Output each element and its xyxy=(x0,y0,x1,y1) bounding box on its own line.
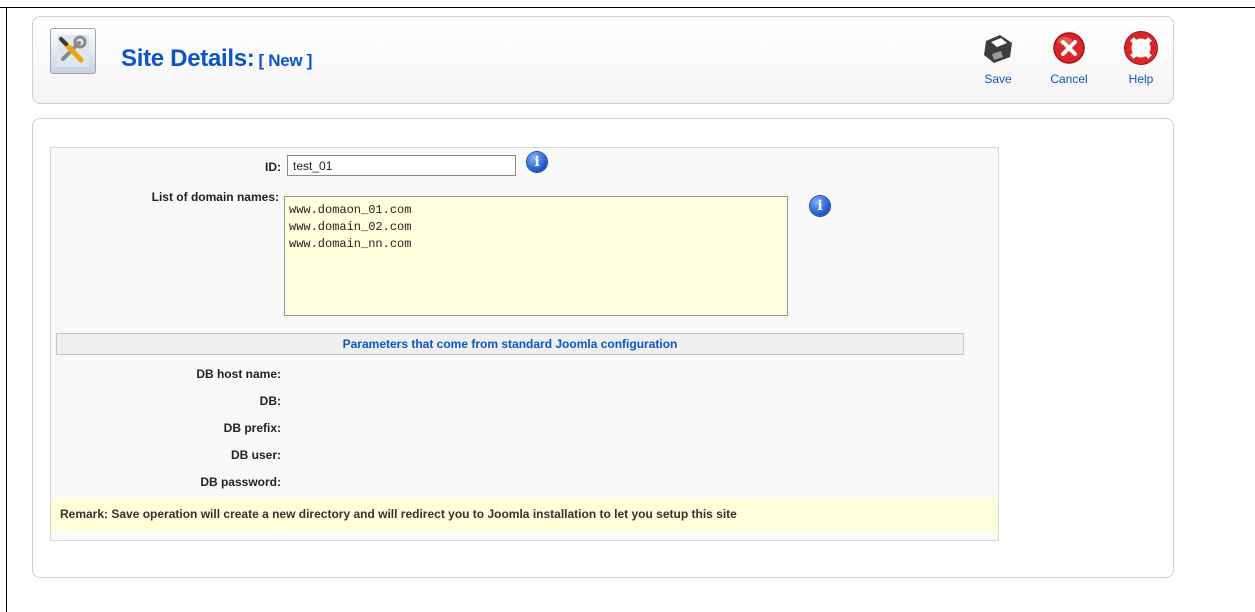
id-label: ID: xyxy=(265,160,281,174)
toolbar-box: Site Details:[ New ] Save Cancel Help xyxy=(32,16,1174,104)
page-subtitle: [ New ] xyxy=(258,51,313,70)
lifebuoy-help-icon xyxy=(1124,31,1158,65)
help-label: Help xyxy=(1128,72,1154,86)
site-details-form: ID: i List of domain names: www.domaon_0… xyxy=(50,147,999,541)
window-top-border xyxy=(0,7,1255,8)
help-button[interactable]: Help xyxy=(1115,31,1167,86)
domains-info-icon[interactable]: i xyxy=(810,196,830,216)
page-title: Site Details:[ New ] xyxy=(121,45,312,73)
id-field[interactable] xyxy=(287,155,516,176)
db-user-label: DB user: xyxy=(230,448,281,462)
remark-note: Remark: Save operation will create a new… xyxy=(51,498,998,531)
save-icon xyxy=(984,35,1012,63)
cancel-button[interactable]: Cancel xyxy=(1043,31,1095,86)
cancel-label: Cancel xyxy=(1050,72,1088,86)
save-label: Save xyxy=(984,72,1012,86)
domains-label: List of domain names: xyxy=(151,190,279,204)
db-label: DB: xyxy=(259,394,281,408)
params-section-header: Parameters that come from standard Jooml… xyxy=(56,333,964,355)
cancel-icon xyxy=(1053,32,1085,64)
db-prefix-label: DB prefix: xyxy=(223,421,281,435)
page-title-text: Site Details: xyxy=(121,45,255,72)
content-box: ID: i List of domain names: www.domaon_0… xyxy=(32,118,1174,578)
db-password-label: DB password: xyxy=(200,475,281,489)
id-info-icon[interactable]: i xyxy=(527,152,547,172)
domain-names-textarea[interactable]: www.domaon_01.com www.domain_02.com www.… xyxy=(284,196,788,316)
window-left-border xyxy=(6,7,7,612)
db-host-label: DB host name: xyxy=(196,367,281,381)
save-button[interactable]: Save xyxy=(972,31,1024,86)
tools-icon xyxy=(50,28,96,74)
